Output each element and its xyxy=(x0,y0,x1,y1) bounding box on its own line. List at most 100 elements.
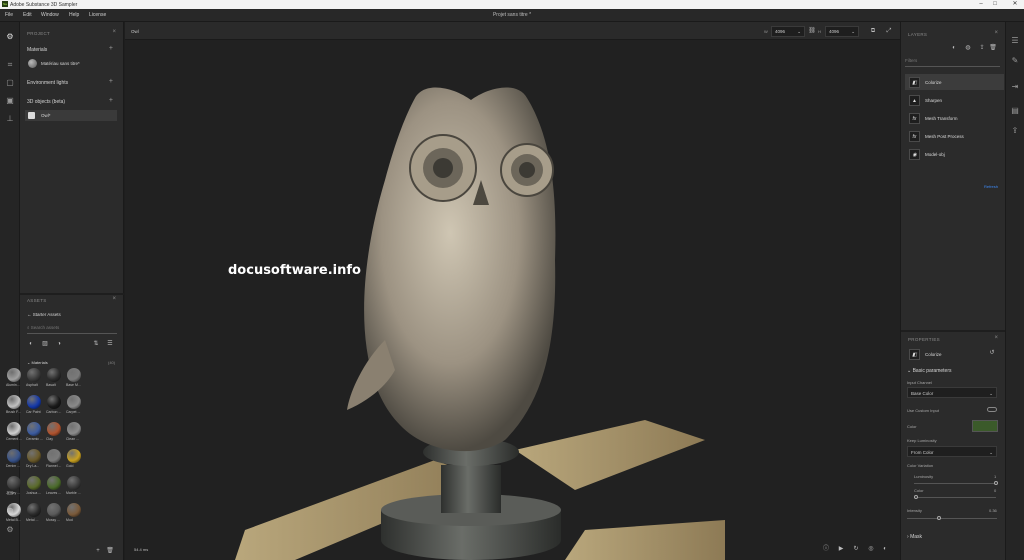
material-thumbnail[interactable]: Clean ... xyxy=(66,422,83,444)
material-name: Carbon ... xyxy=(46,410,62,414)
intensity-value: 0.36 xyxy=(989,508,997,513)
brush-icon[interactable]: ✎ xyxy=(1010,56,1020,66)
transform-icon[interactable]: ▣ xyxy=(5,96,15,106)
luminosity-knob[interactable] xyxy=(994,481,998,485)
layer-item[interactable]: fx Mesh Post Process xyxy=(905,128,1004,144)
materials-group[interactable]: ⌄ Materials xyxy=(27,360,48,365)
material-thumbnail[interactable]: Jersey ... xyxy=(6,476,23,498)
link-icon[interactable]: ⛓ xyxy=(808,27,816,35)
image-filter-icon[interactable]: ▨ xyxy=(41,340,49,348)
layer-item[interactable]: ▲ Sharpen xyxy=(905,92,1004,108)
material-thumbnail[interactable]: Mossy ... xyxy=(46,503,63,525)
add-filter-icon[interactable]: ◐ xyxy=(950,44,958,52)
height-select[interactable]: 4096 ⌄ xyxy=(825,26,859,37)
material-thumb-icon xyxy=(28,59,37,68)
starter-assets-back[interactable]: ← Starter Assets xyxy=(27,312,61,317)
layers-panel-icon[interactable]: ☰ xyxy=(1010,36,1020,46)
document-icon[interactable]: ▤ xyxy=(1010,106,1020,116)
keep-luminosity-select[interactable]: From Color ⌄ xyxy=(907,446,997,457)
material-thumbnail[interactable]: Carpet ... xyxy=(66,395,83,417)
intensity-slider[interactable] xyxy=(907,518,997,519)
close-icon[interactable]: × xyxy=(994,335,998,341)
color-knob[interactable] xyxy=(914,495,918,499)
screenshot-icon[interactable]: ⧉ xyxy=(869,27,877,35)
settings-icon[interactable]: ⚙ xyxy=(5,525,15,535)
material-thumbnail[interactable]: Asphalt xyxy=(26,368,43,390)
camera-icon[interactable]: ▶ xyxy=(837,545,845,553)
material-sphere-icon xyxy=(7,368,21,382)
material-thumbnail[interactable]: Cement ... xyxy=(6,422,23,444)
material-thumbnail[interactable]: Carbon ... xyxy=(46,395,63,417)
material-thumbnail[interactable]: Ceramic ... xyxy=(26,422,43,444)
custom-input-toggle[interactable] xyxy=(987,407,997,412)
stamp-icon[interactable]: ⊥ xyxy=(5,114,15,124)
project-icon[interactable]: ⚙ xyxy=(5,32,15,42)
add-light-icon[interactable]: + xyxy=(109,78,113,85)
width-label: W xyxy=(764,29,768,34)
material-name: Marble ... xyxy=(66,491,81,495)
material-thumbnail[interactable]: Alumin... xyxy=(6,368,23,390)
material-thumbnail[interactable]: Clay xyxy=(46,422,63,444)
color-slider[interactable] xyxy=(914,497,996,498)
material-thumbnail[interactable]: Joshua ... xyxy=(26,476,43,498)
info-icon[interactable]: ⓘ xyxy=(822,545,830,553)
minimize-icon[interactable]: – xyxy=(974,0,988,9)
width-select[interactable]: 4096 ⌄ xyxy=(771,26,805,37)
close-icon[interactable]: × xyxy=(994,30,998,36)
reset-icon[interactable]: ↺ xyxy=(988,349,996,357)
add-object-icon[interactable]: + xyxy=(109,97,113,104)
material-thumbnail[interactable]: Marble ... xyxy=(66,476,83,498)
close-window-icon[interactable]: ✕ xyxy=(1008,0,1022,9)
material-thumbnail[interactable]: Basalt xyxy=(46,368,63,390)
color-swatch[interactable] xyxy=(972,420,998,432)
close-icon[interactable]: × xyxy=(112,29,116,35)
material-sphere-icon xyxy=(47,476,61,490)
intensity-knob[interactable] xyxy=(937,516,941,520)
close-icon[interactable]: × xyxy=(112,296,116,302)
material-thumbnail[interactable]: Gold xyxy=(66,449,83,471)
add-material-icon[interactable]: + xyxy=(109,45,113,52)
delete-asset-icon[interactable]: 🗑 xyxy=(106,547,114,555)
layer-filter-input[interactable]: Filters xyxy=(905,58,1000,67)
material-thumbnail[interactable]: Metal ... xyxy=(26,503,43,525)
sort-icon[interactable]: ⇅ xyxy=(92,340,100,348)
material-thumbnail[interactable]: Leaves ... xyxy=(46,476,63,498)
add-asset-icon[interactable]: + xyxy=(94,547,102,555)
material-thumbnail[interactable]: Base M... xyxy=(66,368,83,390)
add-fill-icon[interactable]: ◍ xyxy=(964,44,972,52)
refresh-link[interactable]: Refresh xyxy=(984,184,998,189)
mask-section[interactable]: › Mask xyxy=(907,534,922,540)
material-thumbnail[interactable]: Mud xyxy=(66,503,83,525)
export-panel-icon[interactable]: ⇥ xyxy=(1010,82,1020,92)
material-thumbnail[interactable]: Car Paint xyxy=(26,395,43,417)
delete-layer-icon[interactable]: 🗑 xyxy=(989,44,997,52)
environment-icon[interactable]: ◎ xyxy=(867,545,875,553)
material-thumbnail[interactable]: Brush F... xyxy=(6,395,23,417)
material-thumbnail[interactable]: Metal B... xyxy=(6,503,23,525)
rotate-icon[interactable]: ↻ xyxy=(852,545,860,553)
maximize-icon[interactable]: □ xyxy=(988,0,1002,9)
material-thumbnail[interactable]: Flannel ... xyxy=(46,449,63,471)
viewport[interactable]: Owl W 4096 ⌄ ⛓ H 4096 ⌄ ⧉ ⤢ docusoftware… xyxy=(125,22,900,560)
layer-item[interactable]: fx Mesh Transform xyxy=(905,110,1004,126)
share-icon[interactable]: ⇪ xyxy=(1010,126,1020,136)
basic-parameters-section[interactable]: ⌄ Basic parameters xyxy=(907,368,952,374)
materials-filter-icon[interactable]: ◐ xyxy=(27,340,35,348)
luminosity-slider[interactable] xyxy=(914,483,996,484)
input-channel-select[interactable]: Base Color ⌄ xyxy=(907,387,997,398)
light-filter-icon[interactable]: ◑ xyxy=(55,340,63,348)
frame-icon[interactable]: ▢ xyxy=(5,78,15,88)
fullscreen-icon[interactable]: ⤢ xyxy=(885,27,893,35)
layer-item[interactable]: ◉ Model-obj xyxy=(905,146,1004,162)
material-thumbnail[interactable]: Denim ... xyxy=(6,449,23,471)
layer-item[interactable]: ◧ Colorize xyxy=(905,74,1004,90)
list-view-icon[interactable]: ☰ xyxy=(106,340,114,348)
export-icon[interactable]: ⇪ xyxy=(978,44,986,52)
display-settings-icon[interactable]: ◐ xyxy=(881,545,889,553)
material-name: Clay xyxy=(46,437,54,441)
material-thumbnail[interactable]: Dry La... xyxy=(26,449,43,471)
material-item[interactable]: Matériau sans titre* xyxy=(25,58,117,69)
asset-search-input[interactable]: ⌕ Search assets xyxy=(27,325,117,334)
object-item[interactable]: Owl* xyxy=(25,110,117,121)
crop-icon[interactable]: ⌗ xyxy=(5,60,15,70)
